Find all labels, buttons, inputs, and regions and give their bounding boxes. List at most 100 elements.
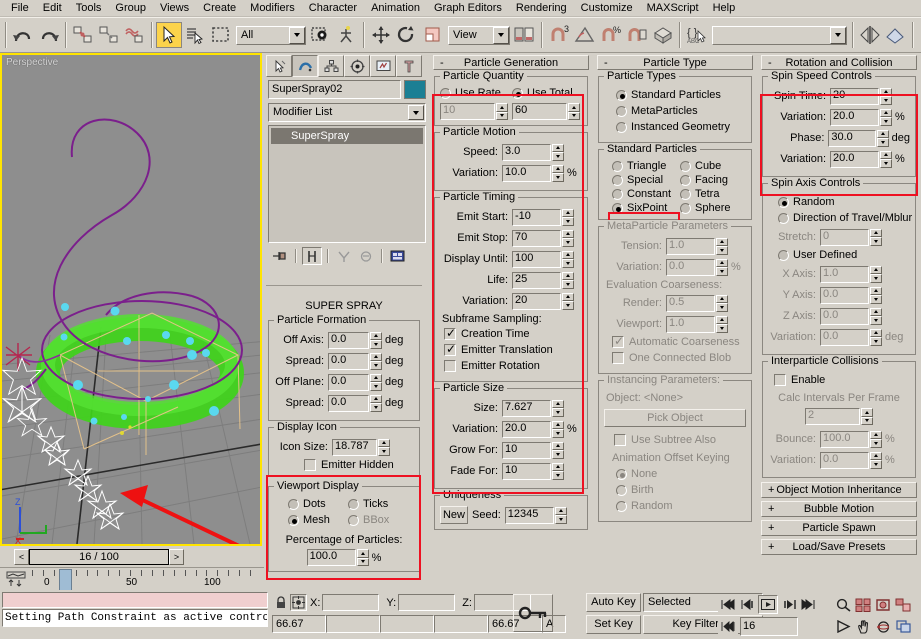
checkbox-box[interactable] [444, 360, 456, 372]
percentage-of-particles-spinner[interactable]: 100.0 [307, 549, 369, 566]
fade-for-spinner[interactable]: 10 [502, 463, 564, 480]
checkbox-box[interactable] [444, 328, 456, 340]
min-max-toggle-icon[interactable] [893, 617, 913, 636]
spinner-buttons[interactable] [552, 463, 564, 480]
next-frame-icon[interactable] [778, 595, 798, 614]
radio-dot[interactable] [680, 161, 691, 172]
arc-rotate-icon[interactable] [873, 617, 893, 636]
expand-toggle-icon[interactable]: + [768, 522, 774, 534]
menu-item-maxscript[interactable]: MAXScript [640, 0, 706, 16]
tetra-radio[interactable]: Tetra [680, 188, 746, 200]
spinner-buttons[interactable] [552, 144, 564, 161]
motion-tab[interactable] [344, 55, 370, 77]
radio-dot[interactable] [612, 161, 623, 172]
off-plane-value[interactable]: 0.0 [328, 374, 369, 391]
variation-value[interactable]: 20.0 [830, 151, 879, 168]
emit-start-spinner[interactable]: -10 [512, 209, 574, 226]
zoom-icon[interactable] [833, 595, 853, 614]
checkbox-box[interactable] [304, 459, 316, 471]
go-to-end-icon[interactable] [798, 595, 818, 614]
collapse-toggle-icon[interactable]: - [604, 57, 608, 69]
spinner-buttons[interactable] [877, 130, 889, 147]
menu-item-file[interactable]: File [4, 0, 36, 16]
absolute-relative-transform-icon[interactable] [290, 594, 307, 611]
size-value[interactable]: 7.627 [502, 400, 551, 417]
creation-time-checkbox[interactable]: Creation Time [444, 328, 582, 340]
checkbox-box[interactable] [774, 374, 786, 386]
rotation-and-collision-header[interactable]: - Rotation and Collision [761, 55, 917, 70]
seed-spinner[interactable]: 12345 [505, 507, 567, 524]
spinner-buttons[interactable] [552, 400, 564, 417]
radio-dot[interactable] [680, 189, 691, 200]
display-until-spinner[interactable]: 100 [512, 251, 574, 268]
total-value[interactable]: 60 [512, 103, 567, 120]
window-crossing-icon[interactable] [308, 22, 334, 48]
radio-dot[interactable] [616, 106, 627, 117]
spinner-buttons[interactable] [562, 251, 574, 268]
current-frame-field[interactable]: 16 [740, 617, 798, 636]
emitter-rotation-checkbox[interactable]: Emitter Rotation [444, 360, 582, 372]
show-end-result-icon[interactable] [302, 247, 322, 265]
variation-spinner[interactable]: 10.0 [502, 165, 564, 182]
variation-value[interactable]: 20.0 [830, 109, 879, 126]
grow-for-spinner[interactable]: 10 [502, 442, 564, 459]
spinner-buttons[interactable] [562, 272, 574, 289]
snap-toggle-icon[interactable]: 3 [546, 22, 572, 48]
spinner-buttons[interactable] [370, 353, 382, 370]
standard-particles-radio[interactable]: Standard Particles [616, 89, 746, 101]
radio-dot[interactable] [778, 250, 789, 261]
pan-icon[interactable] [853, 617, 873, 636]
bubble-motion-rollout-header[interactable]: +Bubble Motion [761, 501, 917, 517]
spinner-buttons[interactable] [880, 88, 892, 105]
radio-dot[interactable] [616, 90, 627, 101]
percentage-value[interactable]: 100.0 [307, 549, 356, 566]
time-slider-handle[interactable] [59, 569, 72, 591]
previous-frame-button[interactable]: < [14, 549, 29, 565]
perspective-viewport[interactable]: Perspective [0, 53, 262, 546]
particle-generation-header[interactable]: - Particle Generation [433, 55, 589, 70]
collapse-toggle-icon[interactable]: - [768, 57, 772, 69]
modifier-stack-item-superspray[interactable]: SuperSpray [271, 128, 423, 144]
radio-dot[interactable] [288, 499, 299, 510]
select-region-icon[interactable] [208, 22, 234, 48]
pin-stack-icon[interactable] [270, 247, 290, 265]
menu-item-rendering[interactable]: Rendering [509, 0, 574, 16]
radio-dot[interactable] [288, 515, 299, 526]
y-coord-field[interactable] [398, 594, 455, 611]
unlink-icon[interactable] [96, 22, 122, 48]
zoom-extents-icon[interactable] [873, 595, 893, 614]
chevron-down-icon[interactable] [493, 27, 509, 44]
open-mini-curve-editor-icon[interactable] [6, 571, 26, 587]
seed-value[interactable]: 12345 [505, 507, 554, 524]
radio-dot[interactable] [440, 88, 451, 99]
rate-value[interactable]: 10 [440, 103, 495, 120]
speed-value[interactable]: 3.0 [502, 144, 551, 161]
bind-spacewarp-icon[interactable] [122, 22, 148, 48]
speed-spinner[interactable]: 3.0 [502, 144, 564, 161]
variation-spinner[interactable]: 20.0 [830, 109, 892, 126]
radio-dot[interactable] [680, 203, 691, 214]
grow-for-value[interactable]: 10 [502, 442, 551, 459]
redo-icon[interactable] [36, 22, 62, 48]
select-and-move-icon[interactable] [368, 22, 394, 48]
object-color-swatch[interactable] [404, 80, 426, 99]
field-of-view-icon[interactable] [833, 617, 853, 636]
icon-size-value[interactable]: 18.787 [332, 439, 377, 456]
radio-dot[interactable] [778, 197, 789, 208]
variation-spinner[interactable]: 20 [512, 293, 574, 310]
key-mode-icon[interactable] [718, 617, 738, 636]
spinner-buttons[interactable] [496, 103, 508, 120]
frame-spinner[interactable]: < 16 / 100 > [14, 549, 184, 565]
chevron-down-icon[interactable] [830, 27, 846, 44]
variation-spinner[interactable]: 20.0 [830, 151, 892, 168]
spread-value[interactable]: 0.0 [328, 353, 369, 370]
total-spinner[interactable]: 60 [512, 103, 580, 120]
radio-dot[interactable] [778, 213, 789, 224]
mirror-icon[interactable] [857, 22, 883, 48]
undo-icon[interactable] [10, 22, 36, 48]
menu-item-character[interactable]: Character [302, 0, 364, 16]
emit-start-value[interactable]: -10 [512, 209, 561, 226]
emitter-hidden-checkbox[interactable]: Emitter Hidden [304, 459, 414, 471]
menu-item-edit[interactable]: Edit [36, 0, 69, 16]
display-until-value[interactable]: 100 [512, 251, 561, 268]
